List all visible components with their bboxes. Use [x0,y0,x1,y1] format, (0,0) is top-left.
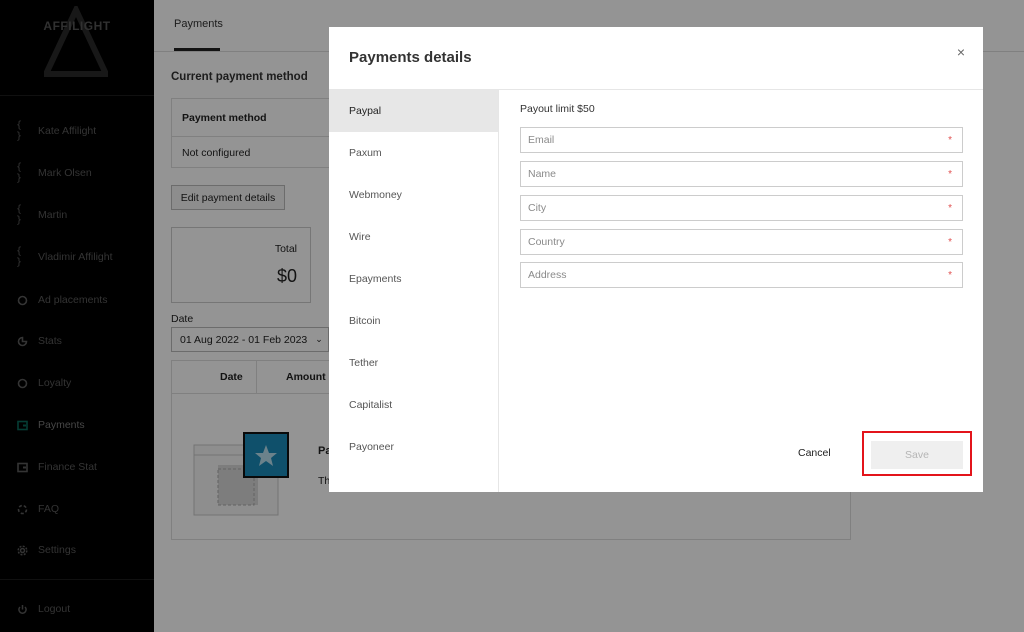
method-item-bitcoin[interactable]: Bitcoin [329,300,498,342]
method-item-paxum[interactable]: Paxum [329,132,498,174]
method-label: Paypal [349,105,382,117]
country-field[interactable] [528,236,962,248]
payment-methods-list: Paypal Paxum Webmoney Wire Epayments Bit… [329,90,499,492]
required-mark: * [948,237,952,248]
method-label: Webmoney [349,189,402,201]
method-label: Paxum [349,147,382,159]
save-button[interactable]: Save [871,441,963,469]
method-label: Wire [349,231,371,243]
email-field[interactable] [528,134,962,146]
method-item-webmoney[interactable]: Webmoney [329,174,498,216]
method-label: Tether [349,357,379,369]
method-item-wire[interactable]: Wire [329,216,498,258]
name-field[interactable] [528,168,962,180]
method-item-paypal[interactable]: Paypal [329,90,498,132]
method-item-tether[interactable]: Tether [329,342,498,384]
modal-title: Payments details [349,49,472,66]
payments-details-modal: Payments details × Paypal Paxum Webmoney… [329,27,983,492]
city-field[interactable] [528,202,962,214]
method-label: Payoneer [349,441,394,453]
address-field[interactable] [528,269,962,281]
email-field-wrapper: * [520,127,963,153]
method-item-payoneer[interactable]: Payoneer [329,426,498,468]
required-mark: * [948,270,952,281]
method-label: Epayments [349,273,402,285]
method-item-epayments[interactable]: Epayments [329,258,498,300]
city-field-wrapper: * [520,195,963,221]
address-field-wrapper: * [520,262,963,288]
name-field-wrapper: * [520,161,963,187]
close-icon[interactable]: × [953,44,969,60]
method-item-capitalist[interactable]: Capitalist [329,384,498,426]
cancel-button[interactable]: Cancel [798,447,831,459]
method-label: Bitcoin [349,315,381,327]
required-mark: * [948,135,952,146]
required-mark: * [948,169,952,180]
required-mark: * [948,203,952,214]
modal-header: Payments details × [329,27,983,90]
payment-form: Payout limit $50 * * * * * Cancel Save [500,90,983,492]
country-field-wrapper: * [520,229,963,255]
method-label: Capitalist [349,399,393,411]
payout-limit-text: Payout limit $50 [520,103,595,115]
